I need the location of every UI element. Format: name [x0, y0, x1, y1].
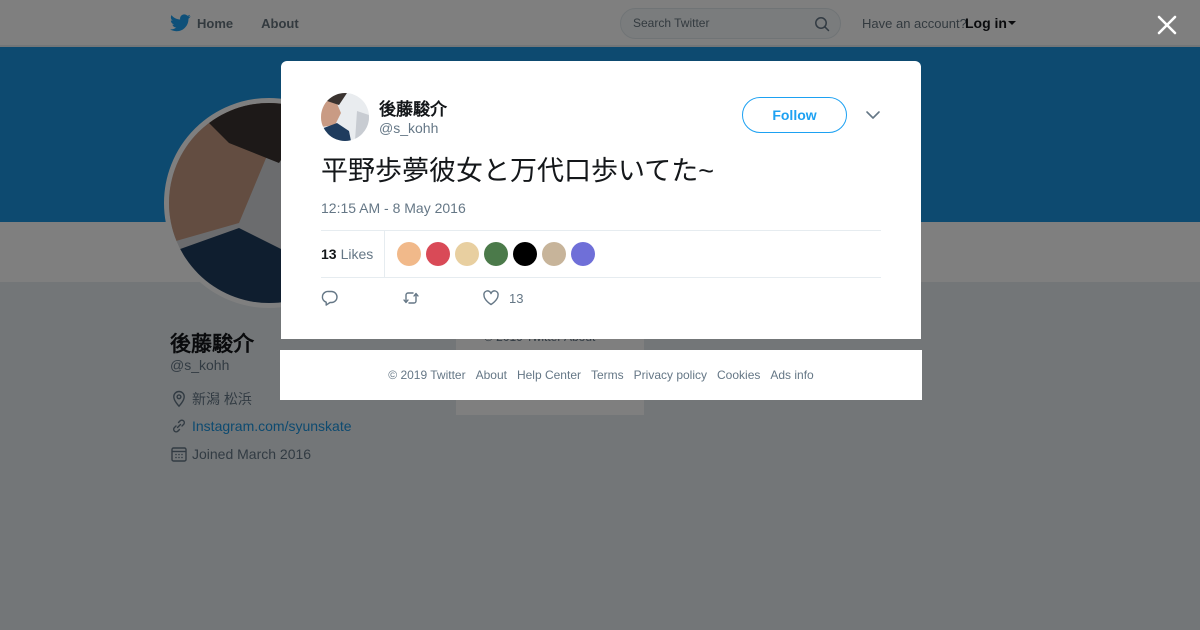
liker-avatar[interactable]	[542, 242, 566, 266]
tweet-modal: 後藤駿介 @s_kohh Follow 平野歩夢彼女と万代口歩いてた~ 12:1…	[281, 61, 921, 339]
footer-privacy-link[interactable]: Privacy policy	[634, 368, 707, 382]
retweet-icon[interactable]	[402, 289, 420, 307]
likes-label: Likes	[340, 246, 374, 262]
liker-avatars	[397, 242, 600, 266]
reply-icon[interactable]	[321, 289, 339, 307]
modal-footer: © 2019 Twitter About Help Center Terms P…	[280, 350, 922, 400]
footer-help-center-link[interactable]: Help Center	[517, 368, 581, 382]
reply-action[interactable]	[321, 289, 339, 307]
liker-avatar[interactable]	[513, 242, 537, 266]
footer-terms-link[interactable]: Terms	[591, 368, 624, 382]
close-icon[interactable]	[1154, 12, 1180, 38]
tweet-text: 平野歩夢彼女と万代口歩いてた~	[321, 156, 714, 186]
heart-icon[interactable]	[482, 289, 500, 307]
footer-cookies-link[interactable]: Cookies	[717, 368, 760, 382]
liker-avatar[interactable]	[571, 242, 595, 266]
footer-ads-info-link[interactable]: Ads info	[770, 368, 813, 382]
tweet-actions: 13	[321, 289, 523, 307]
footer-copyright: © 2019 Twitter	[388, 368, 466, 382]
retweet-action[interactable]	[402, 289, 420, 307]
footer-about-link[interactable]: About	[476, 368, 507, 382]
tweet-author-avatar[interactable]	[321, 93, 369, 141]
likes-count: 13	[321, 246, 337, 262]
divider	[321, 230, 881, 231]
like-action-count: 13	[509, 290, 524, 306]
liker-avatar[interactable]	[426, 242, 450, 266]
likes-summary[interactable]: 13 Likes	[321, 231, 385, 277]
divider	[321, 277, 881, 278]
liker-avatar[interactable]	[484, 242, 508, 266]
tweet-author-photo	[321, 93, 369, 141]
tweet-author-name[interactable]: 後藤駿介	[379, 95, 447, 120]
liker-avatar[interactable]	[397, 242, 421, 266]
like-action[interactable]: 13	[482, 289, 523, 307]
liker-avatar[interactable]	[455, 242, 479, 266]
follow-button[interactable]: Follow	[742, 97, 847, 133]
tweet-author-handle[interactable]: @s_kohh	[379, 120, 438, 136]
tweet-timestamp[interactable]: 12:15 AM - 8 May 2016	[321, 200, 466, 216]
chevron-down-icon[interactable]	[865, 109, 881, 121]
